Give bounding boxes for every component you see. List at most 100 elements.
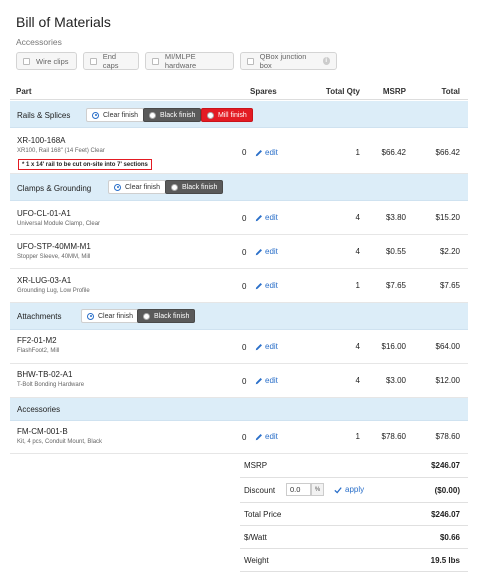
total-value: $2.20	[439, 247, 460, 256]
msrp-value: $66.42	[381, 148, 406, 157]
apply-discount-button[interactable]: apply	[334, 485, 364, 494]
summary-discount-row: Discount 0.0 % apply ($0.00)	[240, 478, 468, 503]
radio-icon	[149, 111, 156, 119]
summary-total-row: Total Price $246.07	[240, 503, 468, 526]
radio-icon	[87, 312, 94, 320]
rails-mill-finish-option[interactable]: Mill finish	[201, 108, 253, 122]
total-value: $7.65	[439, 281, 460, 290]
total-qty: 1	[355, 432, 360, 441]
table-row: BHW-TB-02-A1 T-Bolt Bonding Hardware 0 e…	[10, 364, 468, 398]
edit-label: edit	[265, 247, 278, 256]
option-label: Black finish	[182, 183, 218, 191]
msrp-value: $16.00	[381, 342, 406, 351]
radio-icon	[92, 111, 99, 119]
rails-clear-finish-option[interactable]: Clear finish	[86, 108, 145, 122]
total-price-value: $246.07	[431, 510, 460, 519]
end-caps-label: End caps	[102, 52, 119, 70]
discount-input[interactable]: 0.0	[286, 483, 311, 496]
clamps-clear-finish-option[interactable]: Clear finish	[108, 180, 167, 194]
edit-spares-button[interactable]: edit	[255, 432, 278, 441]
part-description: Universal Module Clamp, Clear	[17, 221, 101, 227]
table-row: UFO-STP-40MM-M1 Stopper Sleeve, 40MM, Mi…	[10, 235, 468, 269]
end-caps-checkbox[interactable]: End caps	[83, 52, 139, 70]
summary-msrp-value: $246.07	[431, 461, 460, 470]
option-label: Clear finish	[125, 183, 161, 191]
edit-spares-button[interactable]: edit	[255, 148, 278, 157]
total-qty: 4	[355, 213, 360, 222]
msrp-value: $7.65	[385, 281, 406, 290]
section-title: Rails & Splices	[17, 111, 71, 120]
option-label: Clear finish	[103, 111, 139, 119]
col-part: Part	[16, 87, 32, 96]
radio-icon	[114, 183, 121, 191]
col-total: Total	[441, 87, 460, 96]
edit-label: edit	[265, 281, 278, 290]
pencil-icon	[255, 248, 262, 255]
edit-label: edit	[265, 342, 278, 351]
attachments-clear-finish-option[interactable]: Clear finish	[81, 309, 140, 323]
rails-black-finish-option[interactable]: Black finish	[143, 108, 202, 122]
part-description: FlashFoot2, Mill	[17, 348, 60, 354]
radio-icon	[143, 312, 150, 320]
part-description: XR100, Rail 168" (14 Feet) Clear	[17, 148, 105, 154]
qbox-junction-box-checkbox[interactable]: QBox junction box i	[240, 52, 337, 70]
part-description: Grounding Lug, Low Profile	[17, 288, 90, 294]
mlpe-hardware-label: MI/MLPE hardware	[164, 52, 197, 70]
spares-value: 0	[242, 343, 247, 352]
total-value: $15.20	[435, 213, 460, 222]
edit-spares-button[interactable]: edit	[255, 342, 278, 351]
qbox-junction-box-label: QBox junction box	[259, 52, 307, 70]
wire-clips-checkbox[interactable]: Wire clips	[16, 52, 77, 70]
clamps-black-finish-option[interactable]: Black finish	[165, 180, 224, 194]
part-number: XR-LUG-03-A1	[17, 276, 72, 285]
part-number: BHW-TB-02-A1	[17, 370, 73, 379]
col-spares: Spares	[250, 87, 277, 96]
page-title: Bill of Materials	[16, 14, 111, 30]
spares-value: 0	[242, 282, 247, 291]
option-label: Clear finish	[98, 312, 134, 320]
weight-value: 19.5 lbs	[430, 556, 460, 565]
edit-spares-button[interactable]: edit	[255, 213, 278, 222]
pencil-icon	[255, 377, 262, 384]
pencil-icon	[255, 433, 262, 440]
part-number: FM-CM-001-B	[17, 427, 68, 436]
price-per-watt-value: $0.66	[439, 533, 460, 542]
accessories-subtitle: Accessories	[16, 37, 62, 47]
mlpe-hardware-checkbox[interactable]: MI/MLPE hardware	[145, 52, 234, 70]
checkbox-icon	[247, 57, 254, 65]
total-qty: 1	[355, 148, 360, 157]
option-label: Mill finish	[218, 111, 247, 119]
edit-spares-button[interactable]: edit	[255, 281, 278, 290]
total-value: $66.42	[435, 148, 460, 157]
msrp-value: $0.55	[385, 247, 406, 256]
edit-spares-button[interactable]: edit	[255, 247, 278, 256]
summary-watt-row: $/Watt $0.66	[240, 526, 468, 549]
section-title: Attachments	[17, 312, 62, 321]
table-row: FF2-01-M2 FlashFoot2, Mill 0 edit 4 $16.…	[10, 330, 468, 364]
spares-value: 0	[242, 214, 247, 223]
section-title: Clamps & Grounding	[17, 184, 92, 193]
total-qty: 4	[355, 376, 360, 385]
total-value: $64.00	[435, 342, 460, 351]
price-per-watt-label: $/Watt	[244, 533, 267, 542]
table-header: Part Spares Total Qty MSRP Total	[10, 80, 468, 100]
edit-spares-button[interactable]: edit	[255, 376, 278, 385]
info-icon[interactable]: i	[322, 57, 330, 65]
part-number: UFO-STP-40MM-M1	[17, 242, 91, 251]
checkbox-icon	[23, 57, 30, 65]
summary-weight-row: Weight 19.5 lbs	[240, 549, 468, 572]
checkbox-icon	[152, 57, 159, 65]
col-msrp: MSRP	[382, 87, 406, 96]
option-label: Black finish	[160, 111, 196, 119]
section-rails-splices: Rails & Splices Clear finish Black finis…	[10, 101, 468, 128]
spares-value: 0	[242, 248, 247, 257]
total-value: $78.60	[435, 432, 460, 441]
attachments-black-finish-option[interactable]: Black finish	[137, 309, 196, 323]
radio-icon	[171, 183, 178, 191]
spares-value: 0	[242, 377, 247, 386]
weight-label: Weight	[244, 556, 269, 565]
table-row: XR-100-168A XR100, Rail 168" (14 Feet) C…	[10, 128, 468, 174]
spares-value: 0	[242, 148, 247, 157]
bom-page: Bill of Materials Accessories Wire clips…	[0, 0, 480, 585]
edit-label: edit	[265, 432, 278, 441]
